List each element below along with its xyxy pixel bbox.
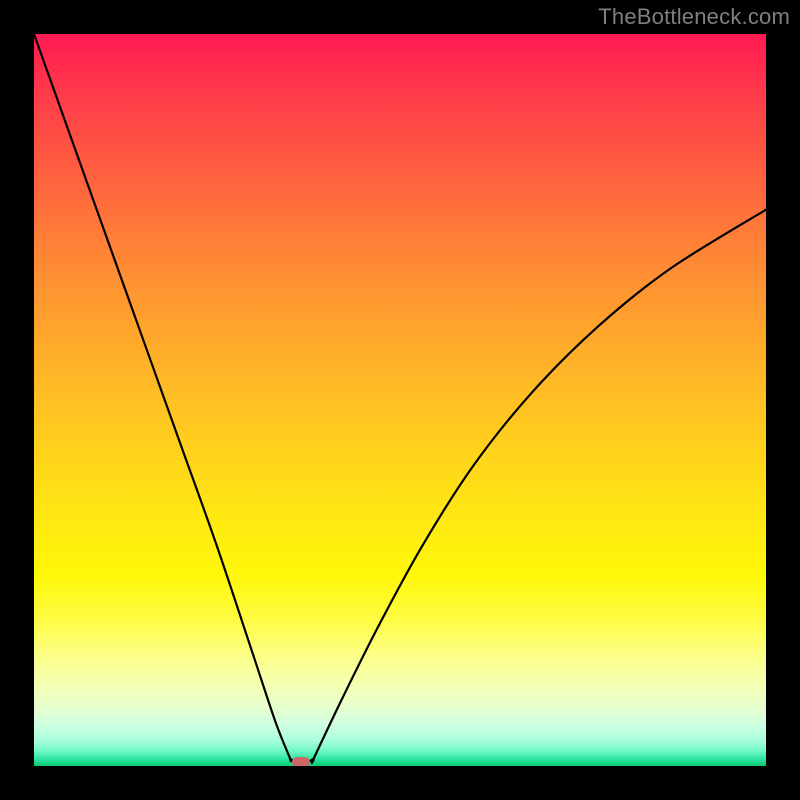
plot-area — [34, 34, 766, 766]
optimum-marker — [292, 757, 310, 766]
curve-svg — [34, 34, 766, 766]
chart-frame: TheBottleneck.com — [0, 0, 800, 800]
watermark-text: TheBottleneck.com — [598, 4, 790, 30]
bottleneck-curve — [34, 34, 766, 764]
